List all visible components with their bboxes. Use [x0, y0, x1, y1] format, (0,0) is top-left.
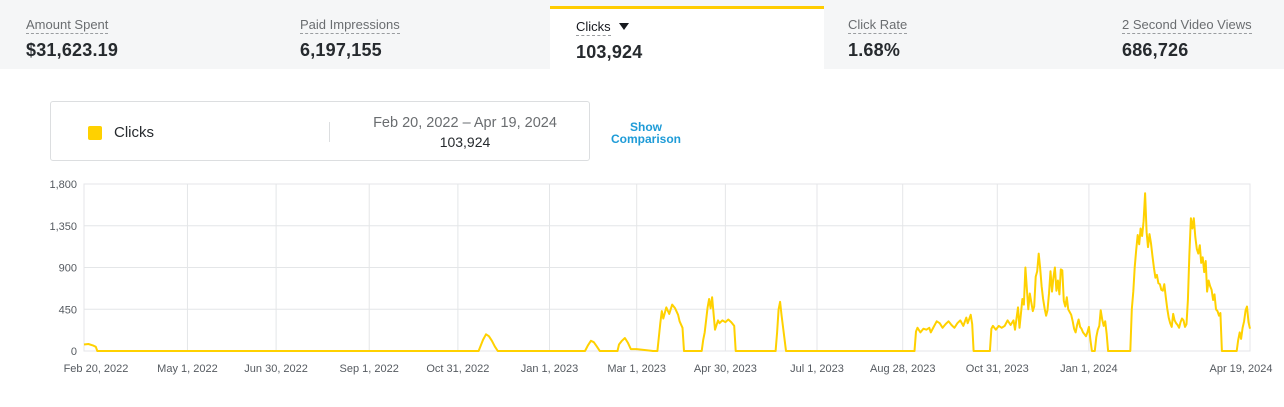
x-tick-label: Oct 31, 2023	[966, 363, 1029, 375]
x-tick-label: Jan 1, 2023	[521, 363, 579, 375]
x-tick-label: Jun 30, 2022	[244, 363, 308, 375]
x-tick-label: Aug 28, 2023	[870, 363, 935, 375]
x-axis: Feb 20, 2022 May 1, 2022 Jun 30, 2022 Sep 1…	[64, 363, 1273, 375]
series-line-clicks	[83, 192, 1251, 352]
y-tick-label: 1,800	[49, 179, 77, 191]
y-tick-label: 450	[59, 304, 77, 316]
x-tick-label: Apr 19, 2024	[1210, 363, 1273, 375]
x-tick-label: Oct 31, 2022	[426, 363, 489, 375]
x-tick-label: Jan 1, 2024	[1060, 363, 1118, 375]
grid-layer	[83, 183, 1251, 352]
x-tick-label: Feb 20, 2022	[64, 363, 129, 375]
x-tick-label: Apr 30, 2023	[694, 363, 757, 375]
clicks-line-chart: 0 450 900 1,350 1,800 Feb 20, 2022 May 1, 202…	[49, 179, 1273, 375]
x-tick-label: Jul 1, 2023	[790, 363, 844, 375]
series-layer	[83, 192, 1251, 352]
y-tick-label: 900	[59, 263, 77, 275]
y-axis: 0 450 900 1,350 1,800	[49, 179, 77, 358]
y-tick-label: 0	[71, 346, 77, 358]
y-tick-label: 1,350	[49, 221, 77, 233]
x-tick-label: Sep 1, 2022	[340, 363, 399, 375]
x-tick-label: Mar 1, 2023	[607, 363, 666, 375]
x-tick-label: May 1, 2022	[157, 363, 218, 375]
